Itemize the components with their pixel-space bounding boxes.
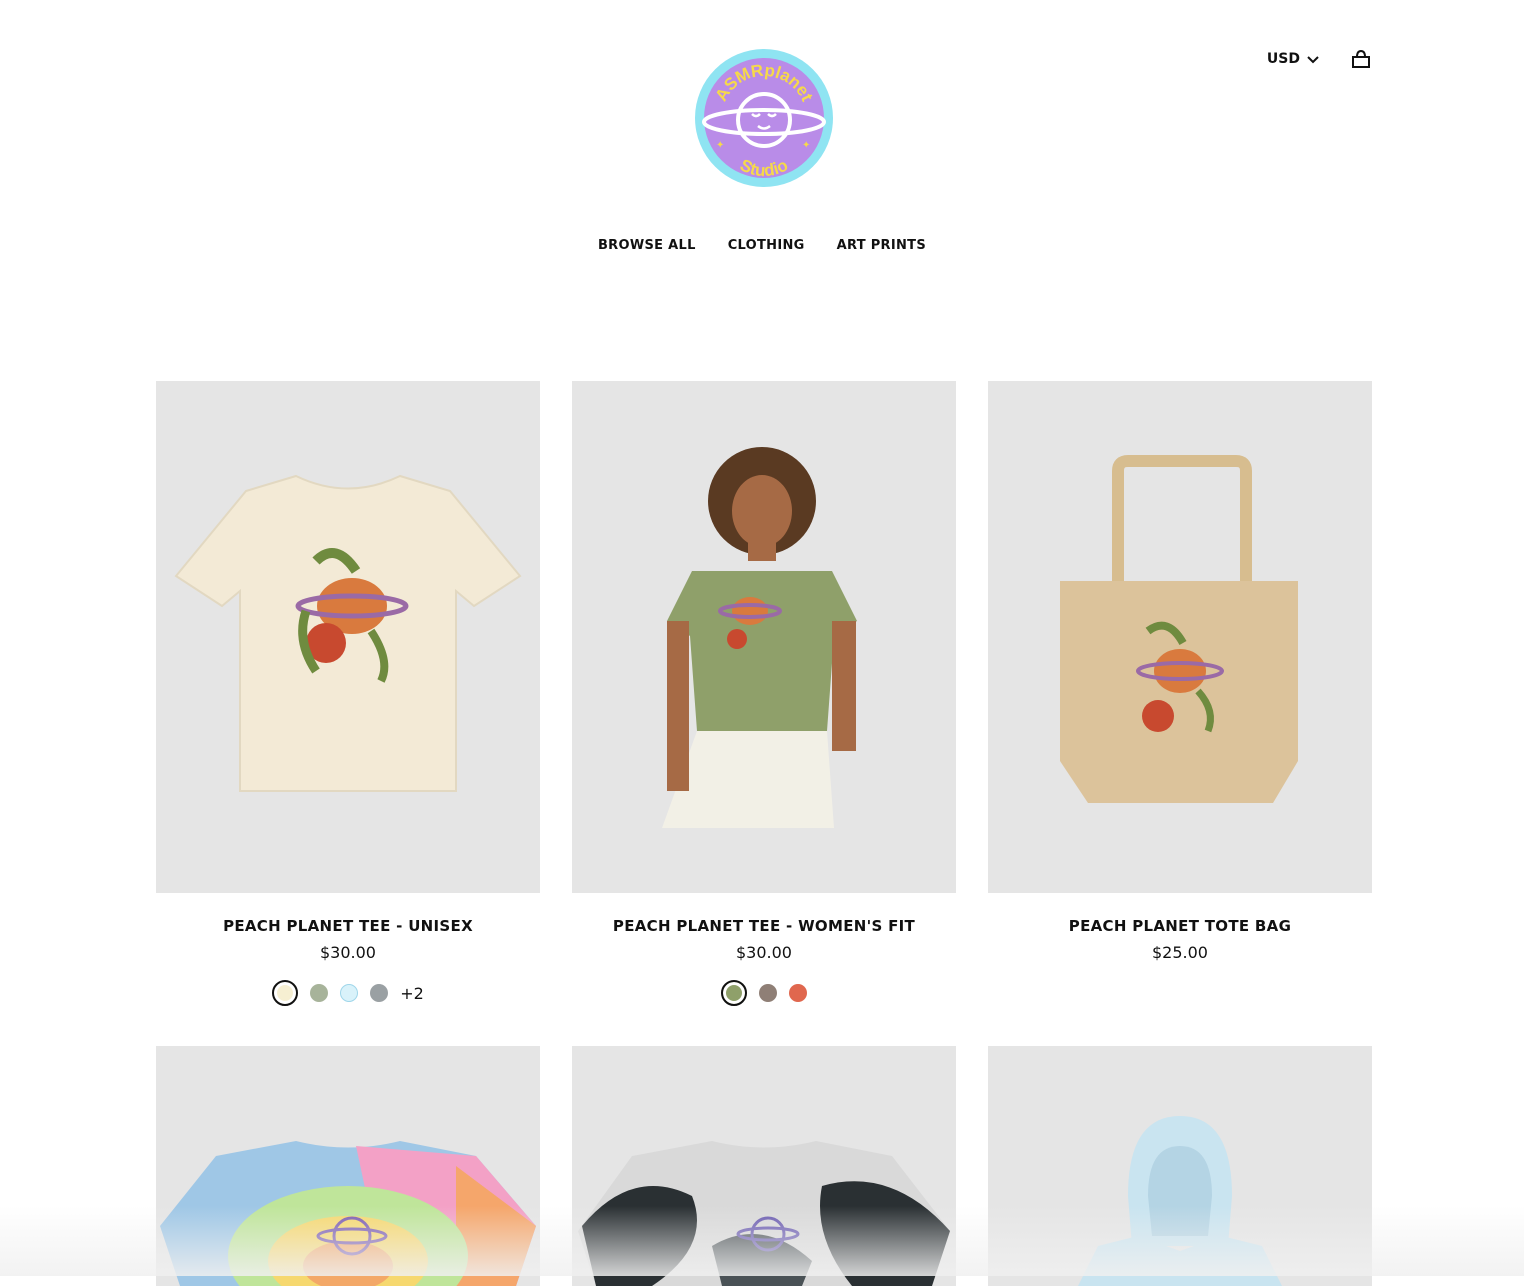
product-image-black-tiedye[interactable] — [572, 1046, 956, 1286]
swatch-coral[interactable] — [789, 984, 807, 1002]
product-card: PEACH PLANET TOTE BAG $25.00 — [988, 381, 1372, 1006]
product-price: $30.00 — [320, 943, 376, 962]
swatch-sage[interactable] — [310, 984, 329, 1002]
header-utilities: USD — [1267, 48, 1372, 70]
product-price: $30.00 — [736, 943, 792, 962]
swatch-cream[interactable] — [272, 980, 299, 1006]
product-title[interactable]: PEACH PLANET TEE - WOMEN'S FIT — [572, 917, 956, 935]
product-image-rainbow-tiedye[interactable] — [156, 1046, 540, 1286]
product-image-unisex-tee[interactable] — [156, 381, 540, 893]
nav-art-prints[interactable]: ART PRINTS — [837, 238, 926, 253]
chevron-down-icon — [1307, 56, 1319, 64]
nav-clothing[interactable]: CLOTHING — [728, 238, 805, 253]
product-card — [156, 1046, 540, 1286]
product-image-womens-tee[interactable] — [572, 381, 956, 893]
swatch-gray[interactable] — [370, 984, 389, 1002]
nav-browse-all[interactable]: BROWSE ALL — [598, 238, 696, 253]
main-nav: BROWSE ALL CLOTHING ART PRINTS — [0, 238, 1524, 253]
product-card: PEACH PLANET TEE - WOMEN'S FIT $30.00 — [572, 381, 956, 1006]
site-header: ASMRplanet Studio ✦ ✦ USD BROWSE ALL CLO… — [0, 0, 1524, 300]
color-swatches — [572, 980, 956, 1006]
more-swatches-count[interactable]: +2 — [400, 984, 424, 1003]
color-swatches: +2 — [156, 980, 540, 1006]
currency-label: USD — [1266, 51, 1300, 67]
product-card — [988, 1046, 1372, 1286]
cart-icon[interactable] — [1350, 48, 1372, 70]
product-price: $25.00 — [1152, 943, 1208, 962]
swatch-light-blue[interactable] — [340, 984, 359, 1002]
product-card: PEACH PLANET TEE - UNISEX $30.00 +2 — [156, 381, 540, 1006]
product-image-tote-bag[interactable] — [988, 381, 1372, 893]
swatch-taupe[interactable] — [759, 984, 777, 1002]
product-title[interactable]: PEACH PLANET TEE - UNISEX — [156, 917, 540, 935]
product-image-blue-hoodie[interactable] — [988, 1046, 1372, 1286]
product-grid: PEACH PLANET TEE - UNISEX $30.00 +2 PEAC… — [156, 381, 1372, 1286]
svg-text:✦: ✦ — [802, 140, 810, 151]
product-title[interactable]: PEACH PLANET TOTE BAG — [988, 917, 1372, 935]
product-card — [572, 1046, 956, 1286]
currency-selector[interactable]: USD — [1267, 51, 1320, 67]
brand-logo[interactable]: ASMRplanet Studio ✦ ✦ — [694, 48, 834, 188]
svg-text:✦: ✦ — [716, 140, 724, 151]
swatch-olive[interactable] — [721, 980, 747, 1006]
